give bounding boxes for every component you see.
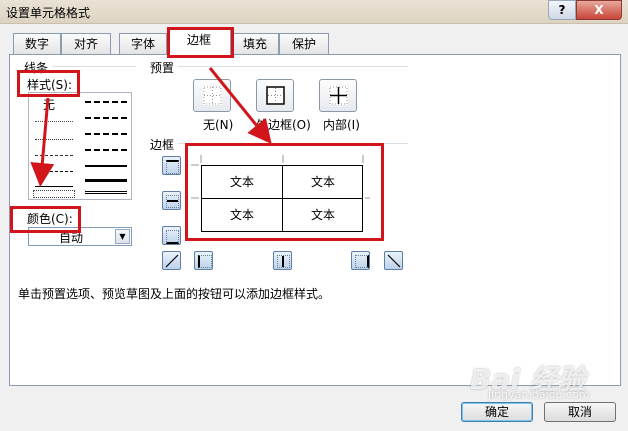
watermark-url: jingyan.baidu.com	[488, 388, 590, 401]
arrow-style-to-line	[30, 97, 55, 187]
arrow-tab-to-preset	[208, 67, 272, 144]
